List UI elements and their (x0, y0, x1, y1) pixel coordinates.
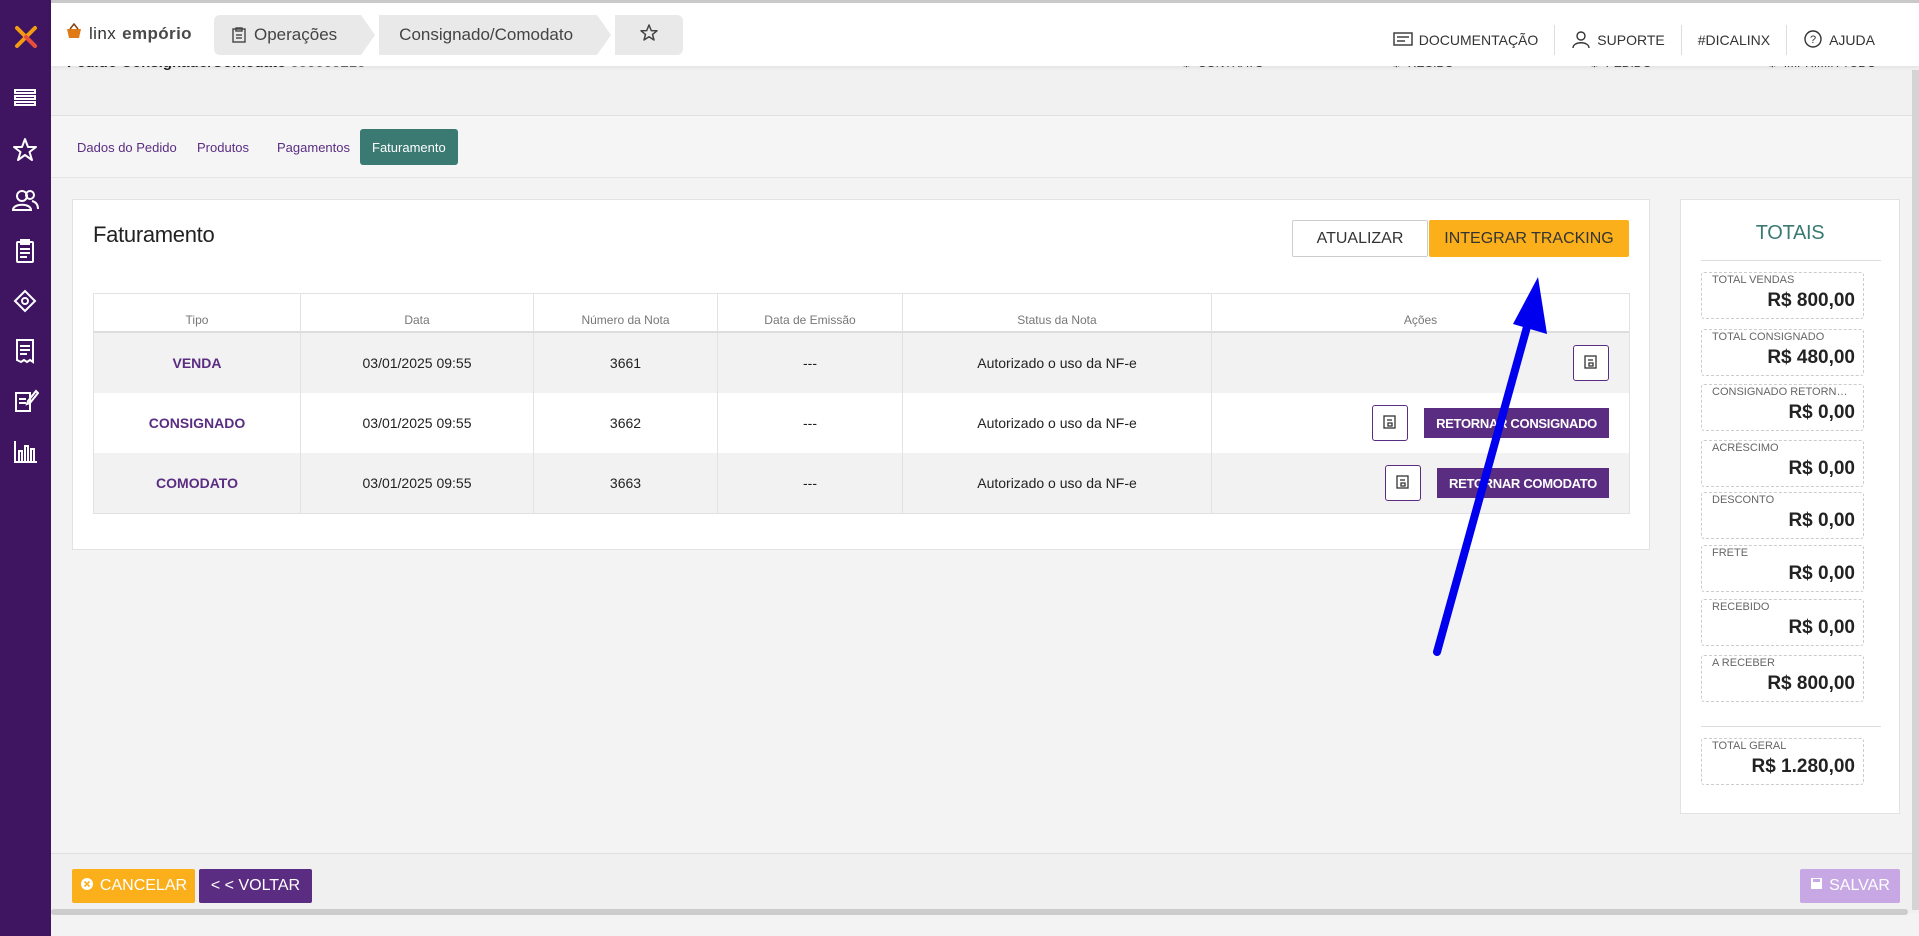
retornar-consignado-button[interactable]: RETORNAR CONSIGNADO (1424, 408, 1609, 438)
edit-document-icon[interactable] (11, 387, 39, 415)
help-icon: ? (1803, 29, 1823, 52)
view-invoice-button[interactable] (1372, 405, 1409, 441)
table-header: Tipo Data Número da Nota Data de Emissão… (94, 294, 1629, 333)
breadcrumb-operacoes[interactable]: Operações (214, 15, 376, 55)
cell-acoes: RETORNAR COMODATO (1212, 453, 1629, 513)
tab-dados-do-pedido[interactable]: Dados do Pedido (65, 129, 189, 165)
totals-panel: TOTAIS TOTAL VENDAS R$ 800,00 TOTAL CONS… (1680, 199, 1900, 814)
tab-produtos[interactable]: Produtos (185, 129, 261, 165)
cell-status: Autorizado o uso da NF-e (903, 453, 1212, 513)
brand-logo[interactable]: linx empório (65, 22, 192, 44)
close-circle-icon (80, 877, 94, 896)
table-row: VENDA 03/01/2025 09:55 3661 --- Autoriza… (94, 333, 1629, 393)
menu-list-icon[interactable] (11, 84, 39, 112)
sidebar (0, 0, 51, 936)
top-header: linx empório Operações Consignado/Comoda… (51, 0, 1919, 66)
ajuda-link[interactable]: ? AJUDA (1787, 25, 1891, 55)
cell-tipo: COMODATO (94, 453, 301, 513)
breadcrumb-consignado[interactable]: Consignado/Comodato (379, 15, 611, 55)
horizontal-scrollbar[interactable] (51, 909, 1908, 915)
salvar-button[interactable]: SALVAR (1800, 869, 1900, 903)
acrescimo-box: ACRÉSCIMO R$ 0,00 (1701, 440, 1864, 487)
table-row: COMODATO 03/01/2025 09:55 3663 --- Autor… (94, 453, 1629, 513)
cell-data: 03/01/2025 09:55 (301, 453, 534, 513)
total-vendas-box: TOTAL VENDAS R$ 800,00 (1701, 272, 1864, 319)
tabs-bar: Dados do Pedido Produtos Pagamentos Fatu… (51, 116, 1919, 178)
save-disk-icon (1810, 877, 1823, 895)
tab-faturamento[interactable]: Faturamento (360, 129, 458, 165)
linx-logo-icon[interactable] (13, 24, 39, 50)
total-geral-box: TOTAL GERAL R$ 1.280,00 (1701, 738, 1864, 785)
favorites-star-icon[interactable] (11, 136, 39, 164)
clipboard-icon[interactable] (11, 237, 39, 265)
book-icon (1393, 31, 1413, 50)
cell-status: Autorizado o uso da NF-e (903, 393, 1212, 453)
basket-icon (65, 22, 83, 44)
divider (1701, 726, 1881, 727)
cell-numero: 3663 (534, 453, 718, 513)
cell-numero: 3662 (534, 393, 718, 453)
desconto-box: DESCONTO R$ 0,00 (1701, 492, 1864, 539)
header-emissao[interactable]: Data de Emissão (718, 294, 903, 331)
pdf-document-icon (1382, 414, 1398, 433)
ticket-tag-icon[interactable] (11, 287, 39, 315)
brand-prefix: linx (89, 23, 117, 43)
divider (1701, 260, 1881, 261)
cell-emissao: --- (718, 393, 903, 453)
cancelar-button[interactable]: CANCELAR (72, 869, 195, 903)
integrar-tracking-button[interactable]: INTEGRAR TRACKING (1429, 220, 1629, 257)
vertical-scrollbar[interactable] (1912, 70, 1919, 910)
pdf-document-icon (1395, 474, 1411, 493)
view-invoice-button[interactable] (1573, 345, 1609, 381)
documentacao-link[interactable]: DOCUMENTAÇÃO (1377, 25, 1556, 55)
atualizar-button[interactable]: ATUALIZAR (1292, 220, 1428, 257)
header-numero[interactable]: Número da Nota (534, 294, 718, 331)
voltar-button[interactable]: < < VOLTAR (199, 869, 312, 903)
svg-text:?: ? (1810, 34, 1816, 46)
cell-acoes: RETORNAR CONSIGNADO (1212, 393, 1629, 453)
consignado-retornado-box: CONSIGNADO RETORNADO R$ 0,00 (1701, 384, 1864, 431)
cell-data: 03/01/2025 09:55 (301, 393, 534, 453)
faturamento-panel: Faturamento ATUALIZAR INTEGRAR TRACKING … (72, 199, 1650, 550)
pdf-document-icon (1583, 354, 1599, 373)
receipt-icon[interactable] (11, 337, 39, 365)
user-icon (1571, 29, 1591, 52)
footer-actions: CANCELAR < < VOLTAR SALVAR (51, 853, 1919, 913)
cell-tipo: VENDA (94, 333, 301, 393)
recebido-box: RECEBIDO R$ 0,00 (1701, 599, 1864, 646)
panel-title: Faturamento (93, 222, 215, 247)
header-tipo[interactable]: Tipo (94, 294, 301, 331)
table-row: CONSIGNADO 03/01/2025 09:55 3662 --- Aut… (94, 393, 1629, 453)
cell-emissao: --- (718, 453, 903, 513)
total-consignado-box: TOTAL CONSIGNADO R$ 480,00 (1701, 329, 1864, 376)
cell-numero: 3661 (534, 333, 718, 393)
totals-title: TOTAIS (1755, 222, 1825, 244)
breadcrumb: Operações Consignado/Comodato (214, 15, 687, 55)
tab-pagamentos[interactable]: Pagamentos (265, 129, 362, 165)
cell-status: Autorizado o uso da NF-e (903, 333, 1212, 393)
view-invoice-button[interactable] (1384, 465, 1421, 501)
header-acoes: Ações (1403, 313, 1438, 327)
suporte-link[interactable]: SUPORTE (1555, 25, 1682, 55)
cell-tipo: CONSIGNADO (94, 393, 301, 453)
customers-icon[interactable] (11, 187, 39, 215)
dicalinx-link[interactable]: #DICALINX (1682, 25, 1788, 55)
reports-chart-icon[interactable] (11, 437, 39, 465)
top-links: DOCUMENTAÇÃO SUPORTE #DICALINX ? AJUDA (1377, 25, 1891, 55)
cell-emissao: --- (718, 333, 903, 393)
clipboard-icon (232, 27, 246, 43)
a-receber-box: A RECEBER R$ 800,00 (1701, 655, 1864, 702)
cell-acoes (1212, 333, 1629, 393)
invoice-table: Tipo Data Número da Nota Data de Emissão… (93, 293, 1630, 514)
retornar-comodato-button[interactable]: RETORNAR COMODATO (1436, 468, 1609, 498)
header-status[interactable]: Status da Nota (903, 294, 1212, 331)
frete-box: FRETE R$ 0,00 (1701, 545, 1864, 592)
star-icon (639, 23, 659, 48)
brand-name: empório (122, 23, 192, 43)
cell-data: 03/01/2025 09:55 (301, 333, 534, 393)
favorite-star-button[interactable] (615, 15, 684, 55)
header-data[interactable]: Data (301, 294, 534, 331)
